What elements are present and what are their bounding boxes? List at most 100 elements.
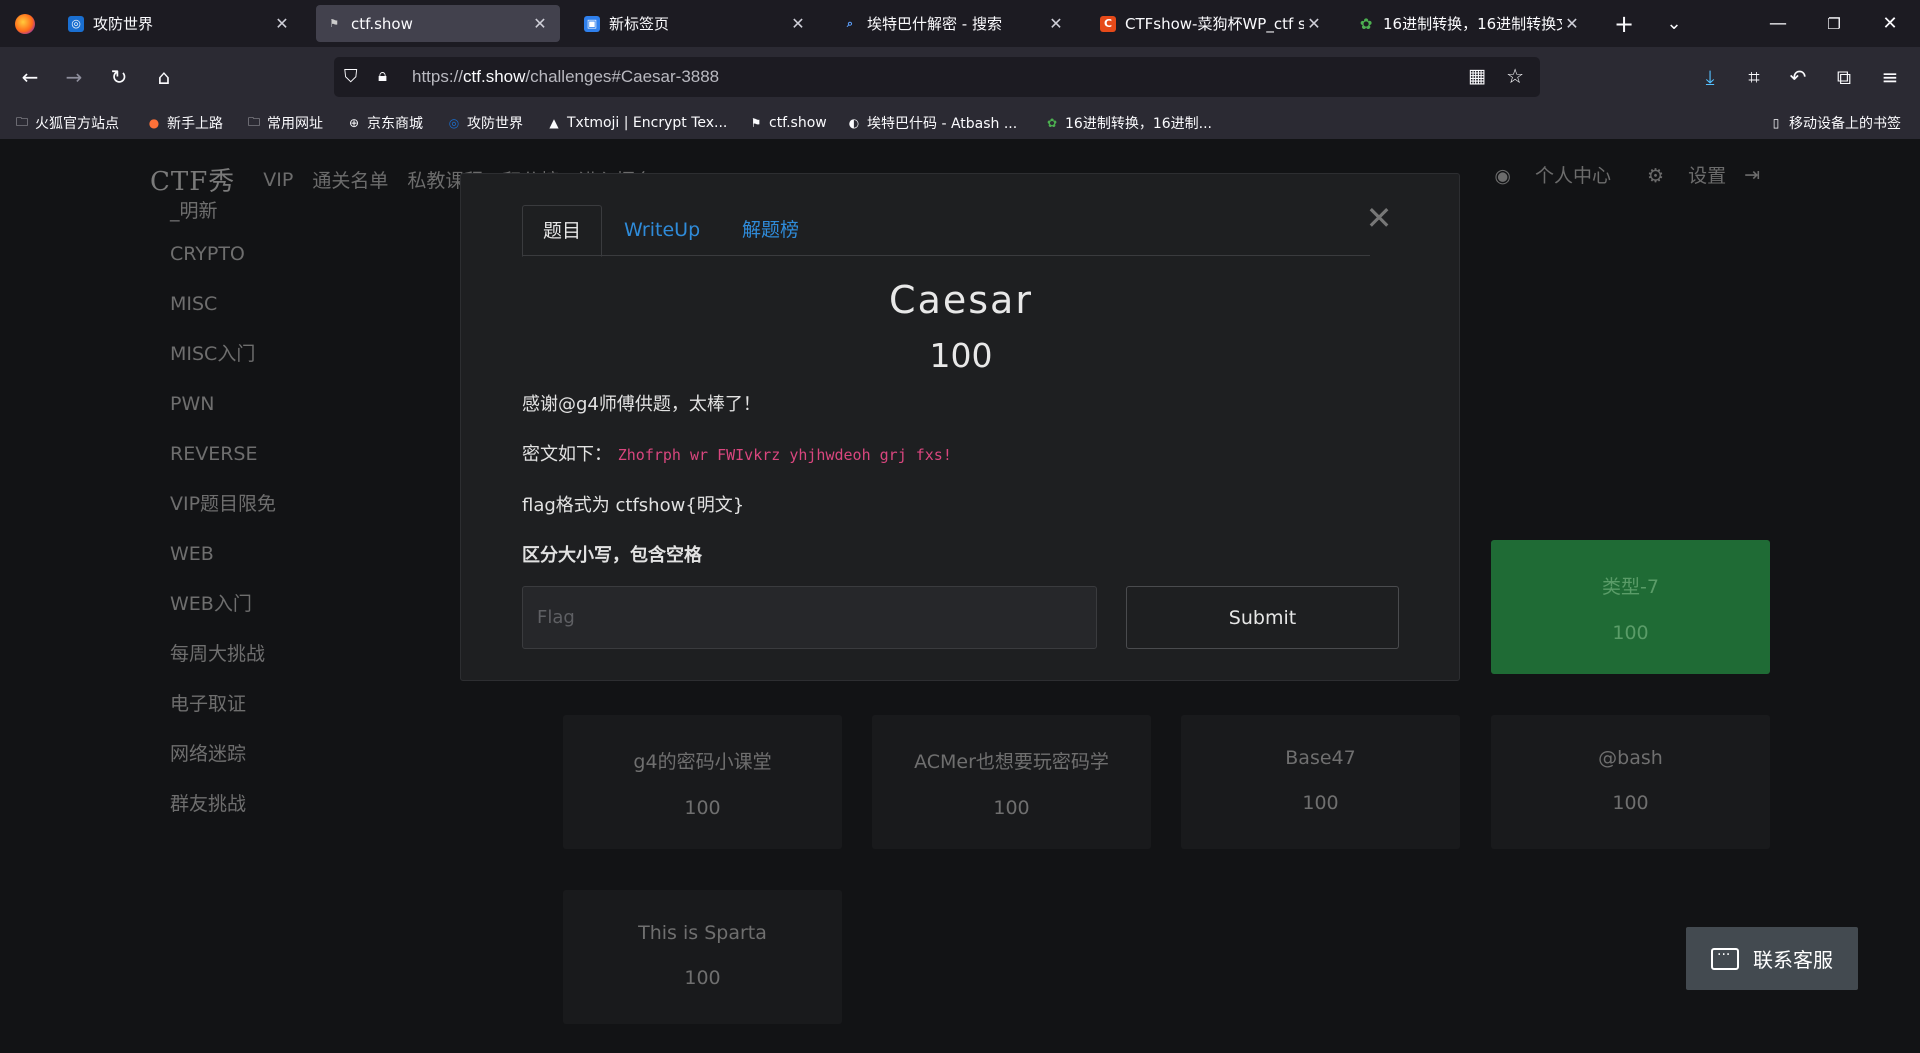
sidebar-item-web-intro[interactable]: WEB入门 [170, 579, 420, 629]
close-tab-icon[interactable]: ✕ [272, 14, 292, 33]
flag-input[interactable] [522, 586, 1097, 649]
new-tab-plus-icon[interactable]: + [1604, 0, 1644, 47]
minimize-window-icon[interactable]: — [1756, 0, 1800, 47]
bookmark-ctfshow[interactable]: ⚑ ctf.show [748, 107, 827, 139]
case-note: 区分大小写，包含空格 [522, 545, 702, 566]
sidebar-item-weekly[interactable]: 每周大挑战 [170, 629, 420, 679]
screenshot-crop-icon[interactable]: ⌗ [1738, 61, 1770, 93]
bookmark-atbash[interactable]: ◐ 埃特巴什码 - Atbash ... [846, 107, 1017, 139]
site-logo[interactable]: CTF秀 [150, 161, 235, 198]
challenge-card-solved[interactable]: 类型-7 100 [1491, 540, 1770, 674]
tab-solves[interactable]: 解题榜 [722, 205, 819, 256]
tab-ctfshow[interactable]: ⚑ ctf.show ✕ [316, 5, 560, 42]
flag-format: flag格式为 ctfshow{明文} [522, 495, 745, 516]
sidebar-item-web[interactable]: WEB [170, 529, 420, 579]
bookmark-hex[interactable]: ✿ 16进制转换，16进制... [1044, 107, 1212, 139]
tab-hex-convert[interactable]: ✿ 16进制转换，16进制转换文本 ✕ [1348, 5, 1592, 42]
challenge-card[interactable]: g4的密码小课堂 100 [563, 715, 842, 849]
sidebar-item-reverse[interactable]: REVERSE [170, 429, 420, 479]
tab-new-tab[interactable]: ▣ 新标签页 ✕ [574, 5, 818, 42]
app-menu-icon[interactable]: ≡ [1874, 61, 1906, 93]
bookmark-common-sites[interactable]: 🗀 常用网址 [246, 107, 323, 139]
challenge-points: 100 [1612, 622, 1649, 644]
challenge-points: 100 [684, 967, 721, 989]
challenge-title: @bash [1598, 747, 1663, 769]
bookmark-star-icon[interactable]: ☆ [1506, 64, 1524, 88]
bookmark-txtmoji[interactable]: ▲ Txtmoji | Encrypt Tex... [546, 107, 727, 139]
reload-icon[interactable]: ↻ [103, 61, 135, 93]
url-path: /challenges#Caesar-3888 [525, 67, 720, 86]
ctfshow-favicon-icon: ⚑ [329, 17, 339, 30]
contact-support-button[interactable]: 联系客服 [1686, 927, 1858, 990]
url-domain: ctf.show [463, 67, 526, 86]
close-tab-icon[interactable]: ✕ [1304, 14, 1324, 33]
challenge-points: 100 [684, 797, 721, 819]
challenge-title: ACMer也想要玩密码学 [914, 751, 1109, 773]
sidebar-item-group-challenge[interactable]: 群友挑战 [170, 779, 420, 829]
sidebar-item-misc-intro[interactable]: MISC入门 [170, 329, 420, 379]
close-tab-icon[interactable]: ✕ [1562, 14, 1582, 33]
sidebar-item-forensics[interactable]: 电子取证 [170, 679, 420, 729]
tab-writeup[interactable]: WriteUp [604, 205, 720, 256]
restore-window-icon[interactable]: ❐ [1812, 0, 1856, 47]
sidebar-item-misc[interactable]: MISC [170, 279, 420, 329]
csdn-favicon-icon: C [1100, 15, 1116, 32]
submit-button[interactable]: Submit [1126, 586, 1399, 649]
tab-search[interactable]: ⌕ 埃特巴什解密 - 搜索 ✕ [832, 5, 1076, 42]
folder-icon: 🗀 [15, 114, 28, 129]
qr-code-icon[interactable]: ▦ [1468, 65, 1486, 87]
sidebar-item-mingxin[interactable]: _明新 [170, 201, 420, 229]
tab-list-chevron-icon[interactable]: ⌄ [1654, 0, 1694, 47]
bookmark-firefox-site[interactable]: 🗀 火狐官方站点 [14, 107, 119, 139]
logout-icon[interactable]: ⇥ [1744, 164, 1760, 186]
nav-clear-list[interactable]: 通关名单 [312, 166, 388, 193]
challenge-card[interactable]: Base47 100 [1181, 715, 1460, 849]
tab-ctfshow-wp[interactable]: C CTFshow-菜狗杯WP_ctf show ✕ [1090, 5, 1334, 42]
challenge-value: 100 [929, 336, 993, 375]
bookmarks-bar: 🗀 火狐官方站点 ● 新手上路 🗀 常用网址 ⊕ 京东商城 ◎ 攻防世界 ▲ Txtmoji… [0, 107, 1920, 139]
user-nav: ◉ 个人中心 ⚙ 设置 ⇥ [1458, 161, 1760, 188]
back-arrow-icon[interactable]: ← [14, 61, 46, 93]
search-favicon-icon: ⌕ [846, 16, 854, 30]
tab-problem[interactable]: 题目 [522, 205, 603, 257]
browser-nav-bar: ← → ↻ ⌂ ⛉ 🔒︎ https://ctf.show/challenges… [0, 47, 1920, 107]
home-icon[interactable]: ⌂ [148, 61, 180, 93]
challenge-title: This is Sparta [638, 922, 767, 944]
lock-icon[interactable]: 🔒︎ [378, 66, 387, 86]
challenge-points: 100 [1302, 792, 1339, 814]
settings-link[interactable]: ⚙ 设置 [1629, 161, 1726, 188]
challenge-thanks: 感谢@g4师傅供题，太棒了！ [522, 394, 761, 415]
bookmark-jd[interactable]: ⊕ 京东商城 [346, 107, 423, 139]
bookmark-getting-started[interactable]: ● 新手上路 [146, 107, 223, 139]
gear-favicon-icon: ✿ [1359, 14, 1373, 33]
extensions-puzzle-icon[interactable]: ⧉ [1828, 61, 1860, 93]
undo-icon[interactable]: ↶ [1782, 61, 1814, 93]
challenge-card[interactable]: @bash 100 [1491, 715, 1770, 849]
sidebar-item-vip-free[interactable]: VIP题目限免 [170, 479, 420, 529]
challenge-card[interactable]: ACMer也想要玩密码学 100 [872, 715, 1151, 849]
close-tab-icon[interactable]: ✕ [788, 14, 808, 33]
firefox-menu-icon[interactable] [0, 0, 50, 47]
tracking-shield-icon[interactable]: ⛉ [344, 66, 358, 87]
address-bar[interactable]: ⛉ 🔒︎ https://ctf.show/challenges#Caesar-… [334, 57, 1540, 97]
cipher-line: 密文如下： Zhofrph wr FWIvkrz yhjhwdeoh grj f… [522, 440, 952, 466]
challenge-modal: ✕ 题目 WriteUp 解题榜 Caesar 100 感谢@g4师傅供题，太棒… [460, 173, 1460, 681]
close-tab-icon[interactable]: ✕ [530, 14, 550, 33]
nav-vip[interactable]: VIP [263, 169, 293, 191]
sidebar-item-osint[interactable]: 网络迷踪 [170, 729, 420, 779]
close-tab-icon[interactable]: ✕ [1046, 14, 1066, 33]
url-text[interactable]: https://ctf.show/challenges#Caesar-3888 [412, 67, 719, 87]
user-center-link[interactable]: ◉ 个人中心 [1476, 161, 1611, 188]
sidebar-item-pwn[interactable]: PWN [170, 379, 420, 429]
gear-icon: ⚙ [1646, 165, 1671, 187]
downloads-icon[interactable]: ⤓ [1694, 61, 1726, 93]
bookmark-mobile[interactable]: ▯ 移动设备上的书签 [1768, 107, 1901, 139]
close-window-icon[interactable]: ✕ [1868, 0, 1912, 47]
challenge-name: Caesar [889, 278, 1033, 322]
modal-tabs: 题目 WriteUp 解题榜 [522, 205, 1370, 257]
sidebar-item-crypto[interactable]: CRYPTO [170, 229, 420, 279]
tab-gongfang[interactable]: ◎ 攻防世界 ✕ [58, 5, 302, 42]
forward-arrow-icon[interactable]: → [58, 61, 90, 93]
bookmark-gongfang[interactable]: ◎ 攻防世界 [446, 107, 523, 139]
challenge-card[interactable]: This is Sparta 100 [563, 890, 842, 1024]
